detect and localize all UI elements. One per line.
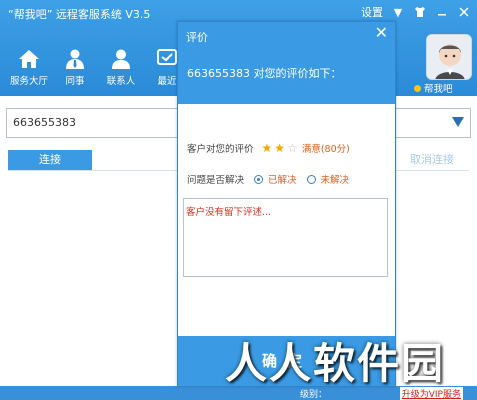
resolved-row: 问题是否解决 已解决 未解决: [187, 172, 349, 186]
nav-contacts[interactable]: 联系人: [98, 48, 144, 87]
rating-row: 客户对您的评价 ★ ★ ☆ 满意(80分): [187, 141, 350, 155]
app-title: “帮我吧” 远程客服系统 V3.5: [8, 8, 151, 21]
nav-label: 最近: [157, 76, 177, 87]
rating-stars: ★ ★ ☆: [262, 142, 298, 154]
star-empty-icon: ☆: [287, 141, 298, 155]
status-dot-icon: [414, 84, 421, 92]
titlebar-controls: 设置 ▼: [361, 4, 471, 20]
dropdown-icon[interactable]: ▼: [391, 5, 405, 19]
connect-button[interactable]: 连接: [8, 150, 92, 170]
colleague-icon: [66, 49, 84, 69]
dialog-title: 评价: [186, 31, 208, 44]
dialog-close-icon[interactable]: ✕: [375, 25, 388, 41]
star-filled-icon: ★: [261, 141, 273, 155]
nav-label: 联系人: [106, 76, 136, 87]
radio-unresolved[interactable]: 未解决: [306, 172, 350, 186]
comment-text: 客户没有留下评述...: [186, 207, 272, 218]
close-icon[interactable]: [457, 5, 471, 19]
watermark: 人人软件园: [225, 339, 446, 388]
minimize-icon[interactable]: [435, 5, 449, 19]
profile-label: 帮我吧: [424, 84, 453, 95]
dialog-subtitle: 663655383 对您的评价如下：: [187, 67, 342, 80]
nav-label: 同事: [65, 76, 85, 87]
rating-label: 客户对您的评价: [187, 144, 254, 155]
radio-unchecked-icon: [306, 174, 316, 184]
main-nav: 服务大厅 同事 联系人 最近: [6, 48, 190, 87]
dropdown-arrow-icon[interactable]: [452, 117, 464, 127]
cancel-connect-button[interactable]: 取消连接: [396, 150, 468, 170]
dialog-header: 评价 ✕ 663655383 对您的评价如下：: [178, 22, 395, 104]
skin-icon[interactable]: [413, 5, 427, 19]
radio-label: 已解决: [268, 175, 297, 186]
resolved-label: 问题是否解决: [187, 175, 245, 186]
app-window: “帮我吧” 远程客服系统 V3.5 设置 ▼ 服务大厅 同事 联系人 最近 帮我…: [0, 0, 477, 400]
nav-label: 服务大厅: [9, 76, 48, 87]
radio-checked-icon: [254, 174, 264, 184]
settings-link[interactable]: 设置: [361, 4, 383, 20]
client-id-value: 663655383: [13, 116, 76, 129]
profile-name: 帮我吧: [414, 81, 453, 95]
comment-textarea[interactable]: 客户没有留下评述...: [183, 198, 388, 277]
home-icon: [19, 50, 39, 68]
radio-resolved[interactable]: 已解决: [254, 172, 297, 186]
rating-text: 满意(80分): [301, 144, 350, 155]
star-filled-icon: ★: [274, 141, 286, 155]
recent-icon: [157, 49, 177, 65]
radio-label: 未解决: [320, 175, 350, 186]
nav-service-hall[interactable]: 服务大厅: [6, 48, 52, 87]
nav-colleagues[interactable]: 同事: [52, 48, 98, 87]
avatar[interactable]: [426, 34, 472, 80]
contacts-icon: [112, 49, 130, 69]
